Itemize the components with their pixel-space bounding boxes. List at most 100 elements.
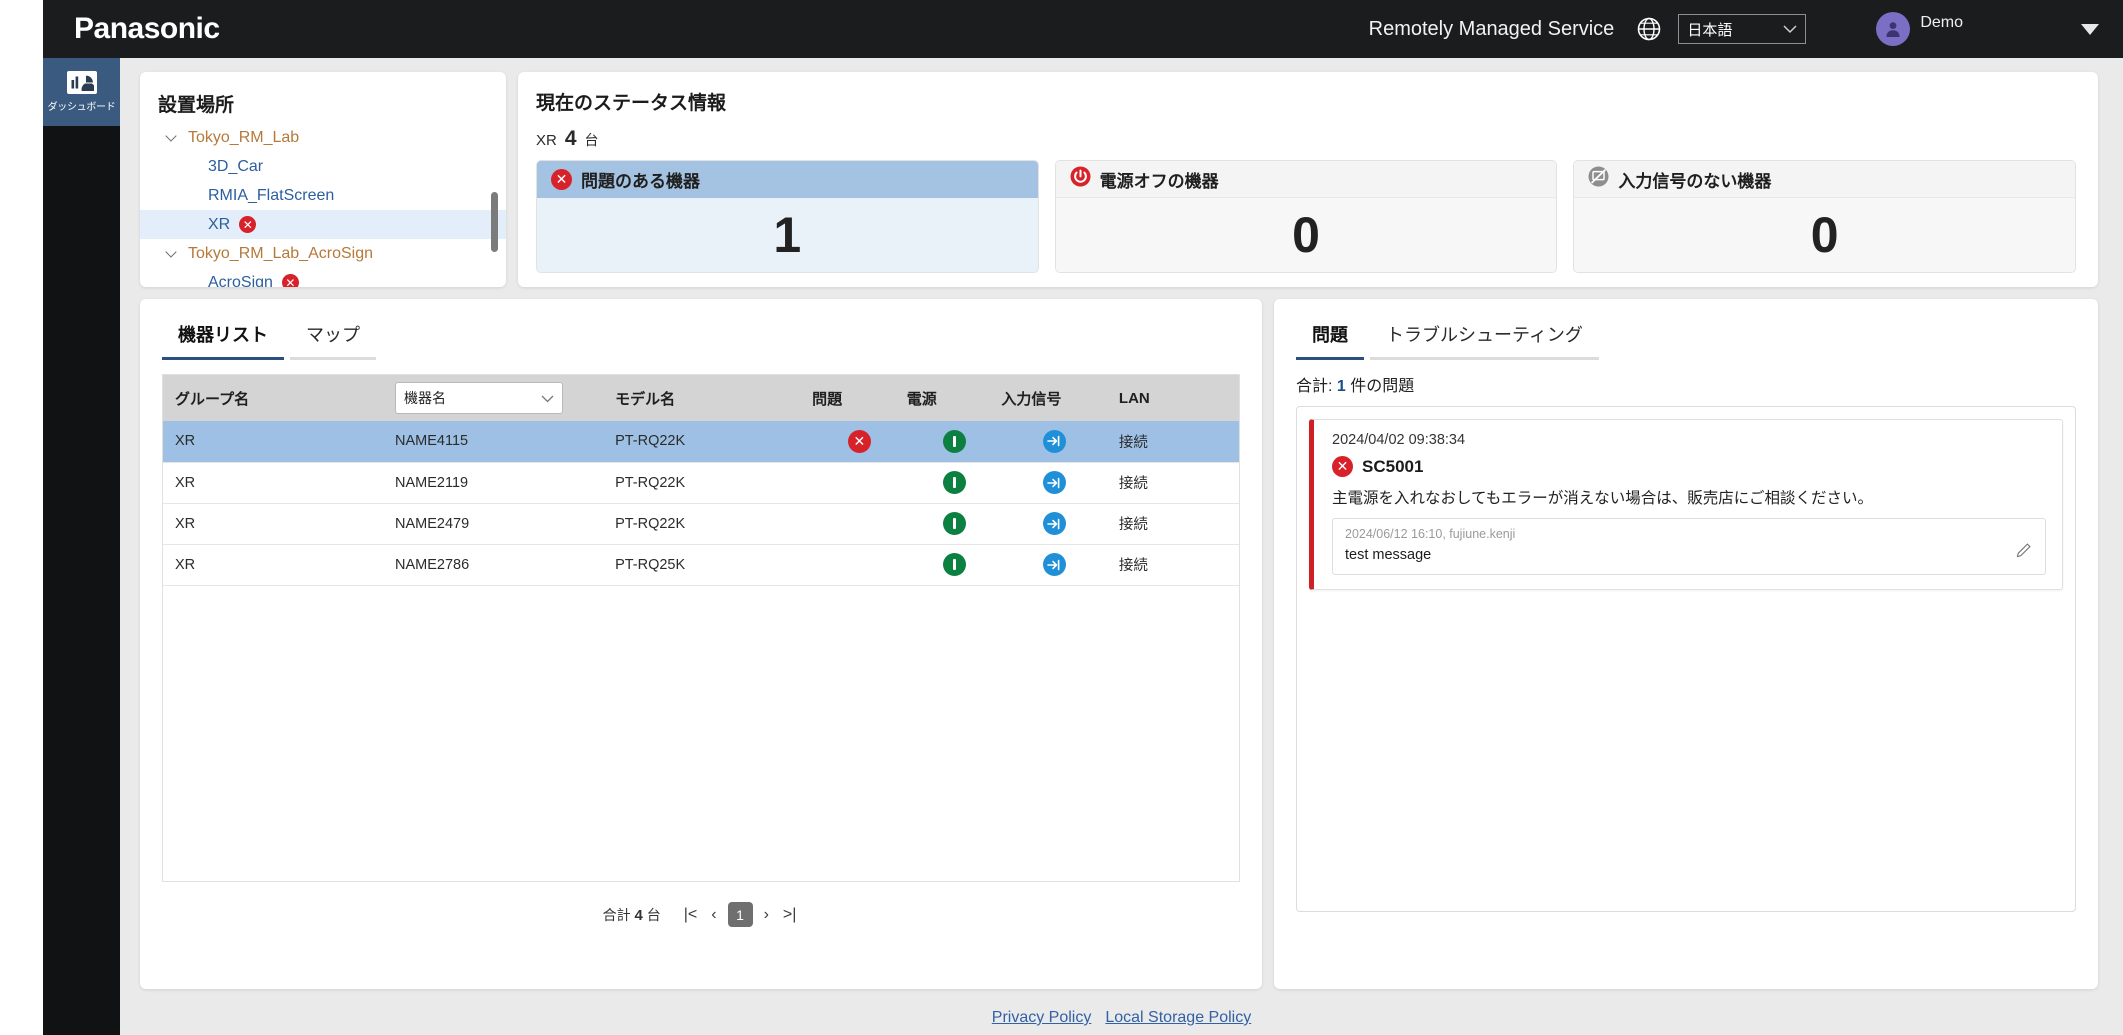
status-summary-panel: 現在のステータス情報 XR 4 台 ✕ 問題のある機器 1 (518, 72, 2098, 287)
cell-model: PT-RQ22K (603, 462, 812, 503)
error-x-icon: ✕ (551, 169, 572, 190)
issue-description: 主電源を入れなおしてもエラーが消えない場合は、販売店にご相談ください。 (1332, 486, 2046, 508)
table-row[interactable]: XR NAME4115 PT-RQ22K ✕ (163, 421, 1239, 462)
column-header-power: 電源 (907, 375, 1002, 421)
device-name-filter-select[interactable]: 機器名 (395, 382, 563, 414)
edit-pencil-icon[interactable] (2015, 541, 2033, 564)
issues-total-count: 1 (1337, 378, 1346, 395)
tree-node-label: Tokyo_RM_Lab (188, 129, 299, 147)
dashboard-chart-icon (67, 71, 97, 94)
table-row[interactable]: XR NAME2786 PT-RQ25K (163, 544, 1239, 585)
cell-lan: 接続 (1107, 462, 1239, 503)
language-select[interactable]: 日本語 (1678, 14, 1806, 44)
cell-group: XR (163, 462, 383, 503)
device-table-head: グループ名 機器名 (163, 375, 1239, 421)
bottom-row: 機器リスト マップ グループ名 (120, 287, 2123, 989)
globe-icon[interactable] (1636, 16, 1662, 42)
status-card-problem-value: 1 (537, 198, 1038, 272)
issue-code-row: ✕ SC5001 (1332, 456, 2046, 477)
cell-group: XR (163, 544, 383, 585)
pagination-next-button[interactable]: › (761, 906, 772, 924)
power-on-icon (943, 471, 966, 494)
tab-troubleshooting[interactable]: トラブルシューティング (1370, 313, 1599, 360)
status-group-unit: 台 (585, 130, 599, 150)
cell-group: XR (163, 503, 383, 544)
cell-lan: 接続 (1107, 544, 1239, 585)
input-signal-icon (1043, 471, 1066, 494)
no-signal-icon (1588, 166, 1609, 192)
status-card-no-signal-header: 入力信号のない機器 (1574, 161, 2075, 198)
cell-model: PT-RQ22K (603, 503, 812, 544)
pagination-total-prefix: 合計 (603, 907, 631, 923)
tree-node-label: XR (208, 216, 230, 234)
power-on-icon (943, 553, 966, 576)
error-x-icon: ✕ (848, 430, 871, 453)
sidebar-item-dashboard[interactable]: ダッシュボード (43, 58, 120, 126)
tree-node-child-selected[interactable]: XR ✕ (140, 210, 506, 239)
tab-device-list[interactable]: 機器リスト (162, 313, 284, 360)
privacy-policy-link[interactable]: Privacy Policy (992, 1009, 1092, 1027)
browser-viewport: Panasonic Remotely Managed Service 日本語 (43, 0, 2123, 1035)
table-header-row: グループ名 機器名 (163, 375, 1239, 421)
tree-node-child[interactable]: AcroSign ✕ (140, 268, 506, 287)
status-group-summary: XR 4 台 (536, 127, 2076, 151)
column-header-name: 機器名 (383, 375, 603, 421)
column-header-problem: 問題 (812, 375, 907, 421)
app-root: Panasonic Remotely Managed Service 日本語 (0, 0, 2123, 1035)
tree-node-group[interactable]: Tokyo_RM_Lab_AcroSign (140, 239, 506, 268)
issues-total-prefix: 合計: (1296, 378, 1332, 395)
device-table-wrapper: グループ名 機器名 (162, 374, 1240, 882)
pagination-total-unit: 台 (647, 907, 661, 923)
pagination-first-button[interactable]: |< (681, 906, 701, 924)
cell-problem (812, 462, 907, 503)
column-header-input: 入力信号 (1001, 375, 1107, 421)
table-row[interactable]: XR NAME2119 PT-RQ22K (163, 462, 1239, 503)
tree-node-child[interactable]: RMIA_FlatScreen (140, 181, 506, 210)
left-navigation: ダッシュボード (43, 58, 120, 1035)
column-header-model: モデル名 (603, 375, 812, 421)
user-name-label: Demo (1920, 14, 1963, 32)
tab-issues[interactable]: 問題 (1296, 313, 1364, 360)
tree-node-group[interactable]: Tokyo_RM_Lab (140, 123, 506, 152)
issue-timestamp: 2024/04/02 09:38:34 (1332, 432, 2046, 448)
issue-note-meta: 2024/06/12 16:10, fujiune.kenji (1345, 527, 1515, 541)
pagination-prev-button[interactable]: ‹ (708, 906, 719, 924)
status-card-no-signal[interactable]: 入力信号のない機器 0 (1573, 160, 2076, 273)
tab-map[interactable]: マップ (290, 313, 376, 360)
power-on-icon (943, 512, 966, 535)
avatar[interactable] (1876, 12, 1910, 46)
status-card-problem-header: ✕ 問題のある機器 (537, 161, 1038, 198)
power-on-icon (943, 430, 966, 453)
chevron-down-icon[interactable] (166, 131, 180, 145)
issue-item[interactable]: 2024/04/02 09:38:34 ✕ SC5001 主電源を入れなおしても… (1309, 419, 2063, 590)
pagination-last-button[interactable]: >| (780, 906, 800, 924)
cell-input (1001, 421, 1107, 462)
issue-note[interactable]: 2024/06/12 16:10, fujiune.kenji test mes… (1332, 518, 2046, 575)
panasonic-logo: Panasonic (74, 12, 220, 46)
status-group-label: XR (536, 132, 557, 149)
location-tree-body: Tokyo_RM_Lab 3D_Car RMIA_FlatScreen XR ✕ (140, 123, 506, 287)
tree-scrollbar[interactable] (491, 192, 498, 252)
error-x-icon: ✕ (1332, 456, 1353, 477)
local-storage-policy-link[interactable]: Local Storage Policy (1105, 1009, 1251, 1027)
column-header-lan: LAN (1107, 375, 1239, 421)
status-card-power-off-header: 電源オフの機器 (1056, 161, 1557, 198)
status-card-power-off[interactable]: 電源オフの機器 0 (1055, 160, 1558, 273)
chevron-down-icon[interactable] (166, 247, 180, 261)
device-table: グループ名 機器名 (163, 375, 1239, 586)
input-signal-icon (1043, 553, 1066, 576)
cell-problem (812, 503, 907, 544)
table-row[interactable]: XR NAME2479 PT-RQ22K (163, 503, 1239, 544)
pagination-page-1[interactable]: 1 (728, 902, 753, 927)
status-group-count: 4 (565, 127, 577, 151)
tree-node-child[interactable]: 3D_Car (140, 152, 506, 181)
status-card-problem[interactable]: ✕ 問題のある機器 1 (536, 160, 1039, 273)
pagination-total-count: 4 (635, 907, 643, 924)
cell-power (907, 503, 1002, 544)
user-menu-caret-icon[interactable] (2081, 24, 2099, 35)
service-title: Remotely Managed Service (1369, 18, 1615, 41)
cell-group: XR (163, 421, 383, 462)
issues-total-label: 合計: 1 件の問題 (1296, 372, 2076, 396)
status-card-no-signal-label: 入力信号のない機器 (1618, 167, 1771, 192)
issue-note-text: test message (1345, 547, 1515, 563)
